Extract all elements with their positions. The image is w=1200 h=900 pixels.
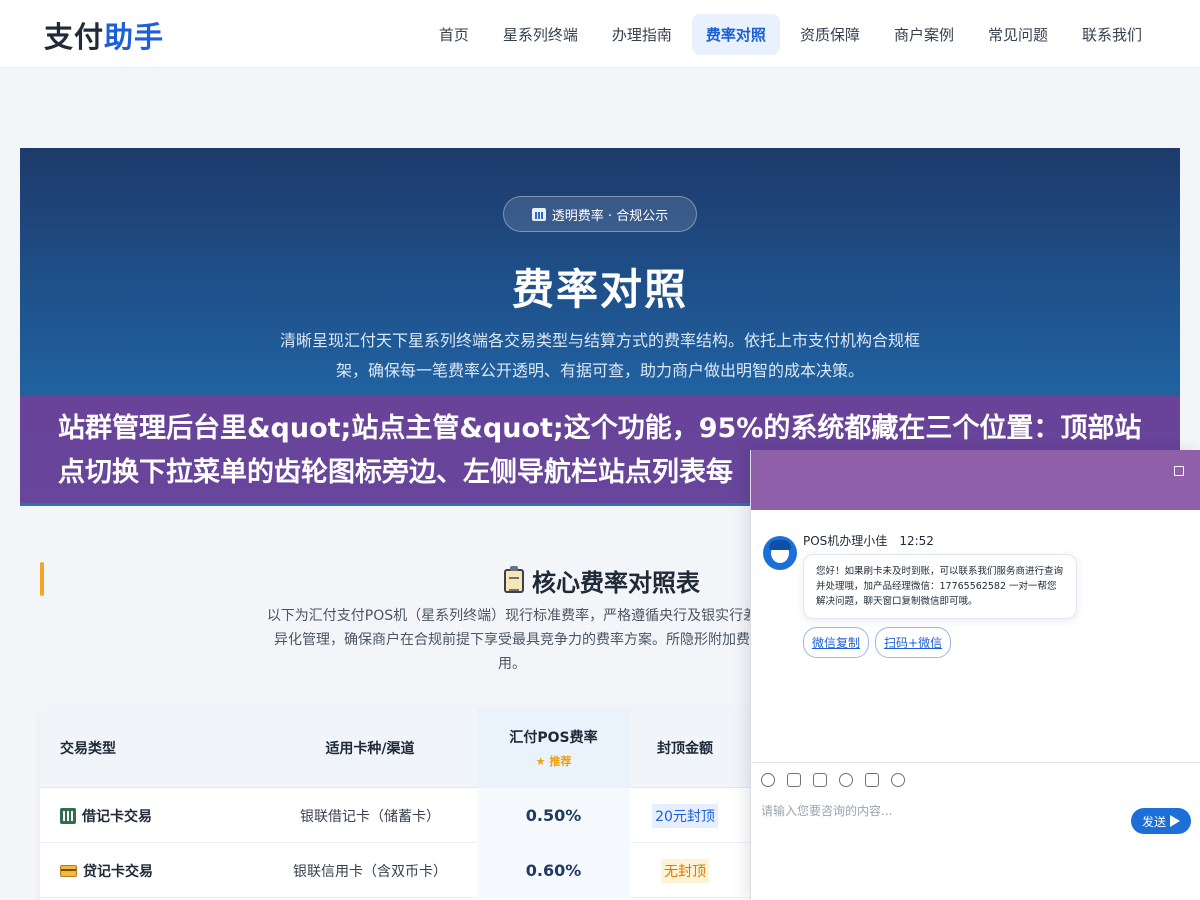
rate-table: 交易类型 适用卡种/渠道 汇付POS费率 ★ 推荐 封顶金额 借记卡交易 银联借… — [40, 708, 760, 900]
site-logo[interactable]: 支付助手 — [44, 14, 164, 56]
nav-item-rates[interactable]: 费率对照 — [691, 14, 780, 55]
emoji-icon[interactable] — [761, 772, 775, 787]
agent-name-line: POS机办理小佳 12:52 — [803, 532, 934, 549]
scan-wechat-button[interactable]: 扫码+微信 — [875, 627, 952, 658]
send-arrow-icon — [1170, 815, 1180, 827]
cell-type-text: 借记卡交易 — [82, 808, 152, 825]
nav-item-qualification[interactable]: 资质保障 — [786, 14, 874, 55]
quick-reply-chips: 微信复制 扫码+微信 — [803, 627, 952, 658]
history-icon[interactable] — [891, 772, 905, 787]
chat-message-input[interactable] — [761, 800, 1121, 822]
agent-message-bubble: 您好！如果刷卡未及时到账，可以联系我们服务商进行查询并处理哦，加产品经理微信：1… — [803, 554, 1077, 619]
agent-name: POS机办理小佳 — [803, 534, 888, 548]
cell-cap: 无封顶 — [630, 843, 740, 898]
cap-badge: 20元封顶 — [652, 803, 718, 828]
cell-cap: 20元封顶 — [630, 788, 740, 843]
nav-item-star-terminals[interactable]: 星系列终端 — [489, 14, 592, 55]
nav-item-home[interactable]: 首页 — [425, 14, 483, 55]
chat-toolbar — [751, 762, 1200, 796]
agent-avatar — [763, 536, 797, 570]
main-nav: 首页 星系列终端 办理指南 费率对照 资质保障 商户案例 常见问题 联系我们 — [425, 14, 1156, 55]
maximize-icon[interactable] — [1174, 466, 1184, 476]
hero-badge: 透明费率 · 合规公示 — [503, 196, 697, 232]
cell-rate: 0.50% — [477, 788, 630, 843]
send-label: 发送 — [1141, 814, 1166, 829]
header-transaction-type: 交易类型 — [60, 741, 116, 757]
section-title-text: 核心费率对照表 — [532, 569, 700, 597]
voice-icon[interactable] — [865, 772, 879, 787]
cell-rate: 0.60% — [477, 843, 630, 898]
table-row: 借记卡交易 银联借记卡（储蓄卡） 0.50% 20元封顶 — [40, 788, 760, 843]
message-time: 12:52 — [899, 534, 934, 548]
bank-icon — [60, 807, 76, 824]
hero-title: 费率对照 — [511, 265, 688, 314]
table-row: 贷记卡交易 银联信用卡（含双币卡） 0.60% 无封顶 — [40, 843, 760, 898]
clipboard-icon — [504, 565, 524, 593]
cell-transaction-type: 贷记卡交易 — [60, 843, 240, 898]
hero-description: 清晰呈现汇付天下星系列终端各交易类型与结算方式的费率结构。依托上市支付机构合规框… — [279, 331, 920, 380]
avatar-hair — [769, 540, 791, 550]
send-button[interactable]: 发送 — [1131, 808, 1191, 834]
screenshot-icon[interactable] — [813, 772, 827, 787]
bar-chart-icon — [531, 207, 546, 221]
header-pos-rate: 汇付POS费率 ★ 推荐 — [477, 708, 630, 788]
cap-badge: 无封顶 — [661, 858, 709, 883]
nav-item-faq[interactable]: 常见问题 — [974, 14, 1062, 55]
logo-text-part1: 支付 — [44, 20, 105, 54]
table-header: 交易类型 适用卡种/渠道 汇付POS费率 ★ 推荐 封顶金额 — [40, 708, 760, 788]
header-cap-amount: 封顶金额 — [657, 741, 713, 757]
nav-item-contact[interactable]: 联系我们 — [1068, 14, 1156, 55]
hero-badge-text: 透明费率 · 合规公示 — [551, 208, 669, 224]
recommended-tag: ★ 推荐 — [535, 755, 572, 768]
section-accent-bar — [40, 562, 44, 596]
section-title: 核心费率对照表 — [504, 563, 700, 598]
chat-messages: POS机办理小佳 12:52 您好！如果刷卡未及时到账，可以联系我们服务商进行查询… — [751, 510, 1200, 762]
section-description: 以下为汇付支付POS机（星系列终端）现行标准费率，严格遵循央行及银实行差异化管理… — [266, 608, 758, 672]
image-icon[interactable] — [787, 772, 801, 787]
nav-item-guide[interactable]: 办理指南 — [598, 14, 686, 55]
cell-transaction-type: 借记卡交易 — [60, 788, 240, 843]
logo-text-part2: 助手 — [104, 20, 165, 54]
nav-item-cases[interactable]: 商户案例 — [880, 14, 968, 55]
cell-type-text: 贷记卡交易 — [83, 863, 153, 880]
chat-widget: POS机办理小佳 12:52 您好！如果刷卡未及时到账，可以联系我们服务商进行查询… — [750, 450, 1200, 900]
top-navigation-bar: 支付助手 首页 星系列终端 办理指南 费率对照 资质保障 商户案例 常见问题 联… — [0, 0, 1200, 68]
header-pos-rate-label: 汇付POS费率 — [509, 730, 598, 746]
credit-card-icon — [60, 864, 77, 877]
chat-header — [751, 450, 1200, 510]
cell-channel: 银联借记卡（储蓄卡） — [300, 808, 440, 825]
header-card-channel: 适用卡种/渠道 — [325, 741, 415, 757]
rating-icon[interactable] — [839, 772, 853, 787]
copy-wechat-button[interactable]: 微信复制 — [803, 627, 870, 658]
cell-channel: 银联信用卡（含双币卡） — [293, 863, 447, 880]
